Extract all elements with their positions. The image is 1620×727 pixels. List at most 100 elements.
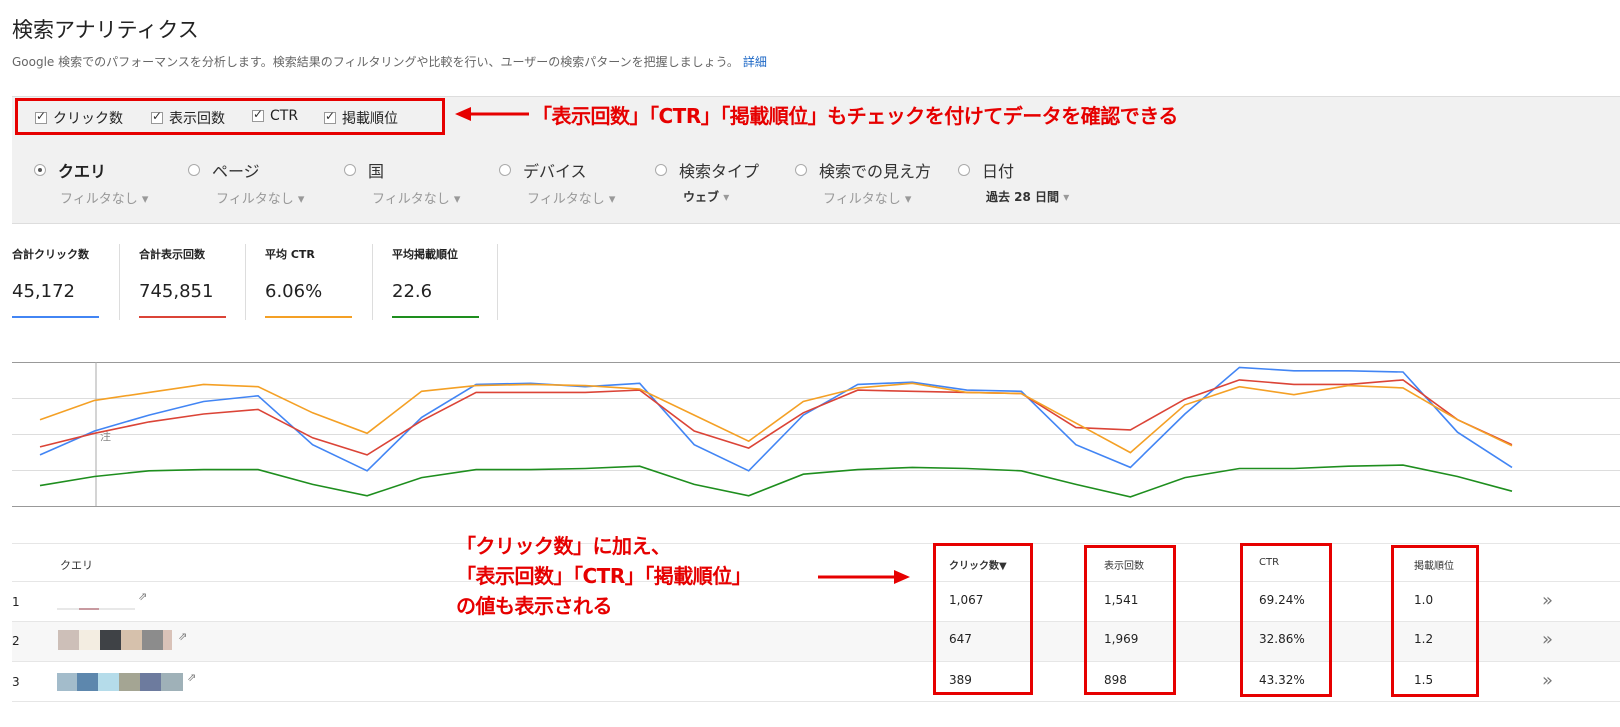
dimension-country[interactable]: 国 フィルタなし ▾ xyxy=(344,158,460,207)
summary-clicks[interactable]: 合計クリック数 45,172 xyxy=(12,246,99,318)
expand-row-icon[interactable]: » xyxy=(1542,629,1553,650)
page-title: 検索アナリティクス xyxy=(12,18,199,42)
dimension-label: 検索での見え方 xyxy=(819,162,932,181)
summary-impressions[interactable]: 合計表示回数 745,851 xyxy=(139,246,226,318)
divider xyxy=(119,244,120,320)
annotation-box-impressions xyxy=(1084,545,1176,695)
column-header-query[interactable]: クエリ xyxy=(60,557,93,573)
dimension-label: 検索タイプ xyxy=(679,162,760,181)
filter-label: フィルタなし xyxy=(823,192,901,207)
dimension-bar xyxy=(12,141,1620,224)
annotation-arrow-right xyxy=(818,570,910,584)
annotation-highlight-box xyxy=(15,98,445,135)
performance-chart[interactable]: 注 xyxy=(12,362,1620,508)
dimension-query[interactable]: クエリ フィルタなし ▾ xyxy=(34,158,148,207)
stat-color-line xyxy=(139,316,226,318)
chart-series-line-3 xyxy=(39,464,1513,498)
radio-icon[interactable] xyxy=(655,164,667,176)
row-rank: 3 xyxy=(12,675,20,689)
description-text: Google 検索でのパフォーマンスを分析します。検索結果のフィルタリングや比較… xyxy=(12,55,739,69)
annotation-line: の値も表示される xyxy=(456,594,613,618)
filter-label: フィルタなし xyxy=(60,192,138,207)
chevron-down-icon: ▾ xyxy=(297,192,305,207)
stat-label: 合計クリック数 xyxy=(12,248,89,261)
divider xyxy=(372,244,373,320)
stat-label: 平均 CTR xyxy=(265,248,315,261)
annotation-top: 「表示回数」「CTR」「掲載順位」もチェックを付けてデータを確認できる xyxy=(532,104,1178,128)
row-divider xyxy=(12,701,1620,702)
dimension-date[interactable]: 日付 過去 28 日間 ▾ xyxy=(958,158,1069,204)
annotation-box-position xyxy=(1391,545,1479,697)
annotation-arrow-left xyxy=(455,107,529,121)
divider xyxy=(245,244,246,320)
radio-icon[interactable] xyxy=(958,164,970,176)
dimension-label: 国 xyxy=(368,162,385,181)
dimension-label: デバイス xyxy=(523,162,587,181)
expand-row-icon[interactable]: » xyxy=(1542,670,1553,691)
stat-color-line xyxy=(392,316,479,318)
details-link[interactable]: 詳細 xyxy=(743,55,767,69)
table-row-bg xyxy=(12,622,1620,661)
dimension-search-type[interactable]: 検索タイプ ウェブ ▾ xyxy=(655,158,760,204)
stat-value: 6.06% xyxy=(265,281,323,302)
redacted-query[interactable] xyxy=(57,608,135,610)
chevron-down-icon: ▾ xyxy=(723,190,730,204)
dimension-label: 日付 xyxy=(982,162,1015,181)
filter-dropdown[interactable]: フィルタなし ▾ xyxy=(823,188,911,207)
filter-dropdown[interactable]: フィルタなし ▾ xyxy=(372,188,460,207)
filter-label: ウェブ xyxy=(683,190,720,204)
stat-color-line xyxy=(265,316,352,318)
filter-dropdown[interactable]: 過去 28 日間 ▾ xyxy=(986,188,1069,205)
chevron-down-icon: ▾ xyxy=(904,192,912,207)
chevron-down-icon: ▾ xyxy=(608,192,616,207)
stat-label: 平均掲載順位 xyxy=(392,248,458,261)
divider xyxy=(497,244,498,320)
filter-label: 過去 28 日間 xyxy=(986,190,1060,204)
filter-dropdown[interactable]: フィルタなし ▾ xyxy=(527,188,615,207)
row-rank: 1 xyxy=(12,595,20,609)
chart-grid xyxy=(12,362,1620,507)
external-link-icon[interactable]: ⇗ xyxy=(178,630,187,643)
dimension-page[interactable]: ページ フィルタなし ▾ xyxy=(188,158,304,207)
row-divider xyxy=(12,661,1620,662)
row-divider xyxy=(12,581,1620,582)
filter-label: フィルタなし xyxy=(216,192,294,207)
radio-icon[interactable] xyxy=(795,164,807,176)
stat-value: 22.6 xyxy=(392,281,433,302)
page-description: Google 検索でのパフォーマンスを分析します。検索結果のフィルタリングや比較… xyxy=(12,53,767,70)
annotation-line: 「表示回数」「CTR」「掲載順位」 xyxy=(456,564,752,588)
external-link-icon[interactable]: ⇗ xyxy=(138,590,147,603)
filter-dropdown[interactable]: ウェブ ▾ xyxy=(683,188,729,205)
filter-label: フィルタなし xyxy=(527,192,605,207)
dimension-search-appearance[interactable]: 検索での見え方 フィルタなし ▾ xyxy=(795,158,932,207)
expand-row-icon[interactable]: » xyxy=(1542,590,1553,611)
stat-color-line xyxy=(12,316,99,318)
chart-series-line-0 xyxy=(39,366,1513,472)
row-divider xyxy=(12,621,1620,622)
chevron-down-icon: ▾ xyxy=(1063,190,1070,204)
stat-value: 745,851 xyxy=(139,281,214,302)
filter-dropdown[interactable]: フィルタなし ▾ xyxy=(216,188,304,207)
redacted-query[interactable] xyxy=(57,673,183,691)
chevron-down-icon: ▾ xyxy=(453,192,461,207)
stat-value: 45,172 xyxy=(12,281,75,302)
row-rank: 2 xyxy=(12,634,20,648)
summary-ctr[interactable]: 平均 CTR 6.06% xyxy=(265,246,352,318)
annotation-line: 「クリック数」に加え、 xyxy=(456,534,671,558)
radio-selected-icon[interactable] xyxy=(34,164,46,176)
redacted-query[interactable] xyxy=(58,630,172,650)
radio-icon[interactable] xyxy=(499,164,511,176)
annotation-box-ctr xyxy=(1240,543,1332,697)
summary-position[interactable]: 平均掲載順位 22.6 xyxy=(392,246,479,318)
annotation-box-clicks xyxy=(933,543,1033,695)
dimension-label: ページ xyxy=(212,162,260,181)
radio-icon[interactable] xyxy=(344,164,356,176)
external-link-icon[interactable]: ⇗ xyxy=(187,671,196,684)
dimension-device[interactable]: デバイス フィルタなし ▾ xyxy=(499,158,615,207)
radio-icon[interactable] xyxy=(188,164,200,176)
stat-label: 合計表示回数 xyxy=(139,248,205,261)
filter-dropdown[interactable]: フィルタなし ▾ xyxy=(60,188,148,207)
chart-series-group xyxy=(39,366,1513,498)
filter-label: フィルタなし xyxy=(372,192,450,207)
table-top-border xyxy=(12,543,1620,544)
